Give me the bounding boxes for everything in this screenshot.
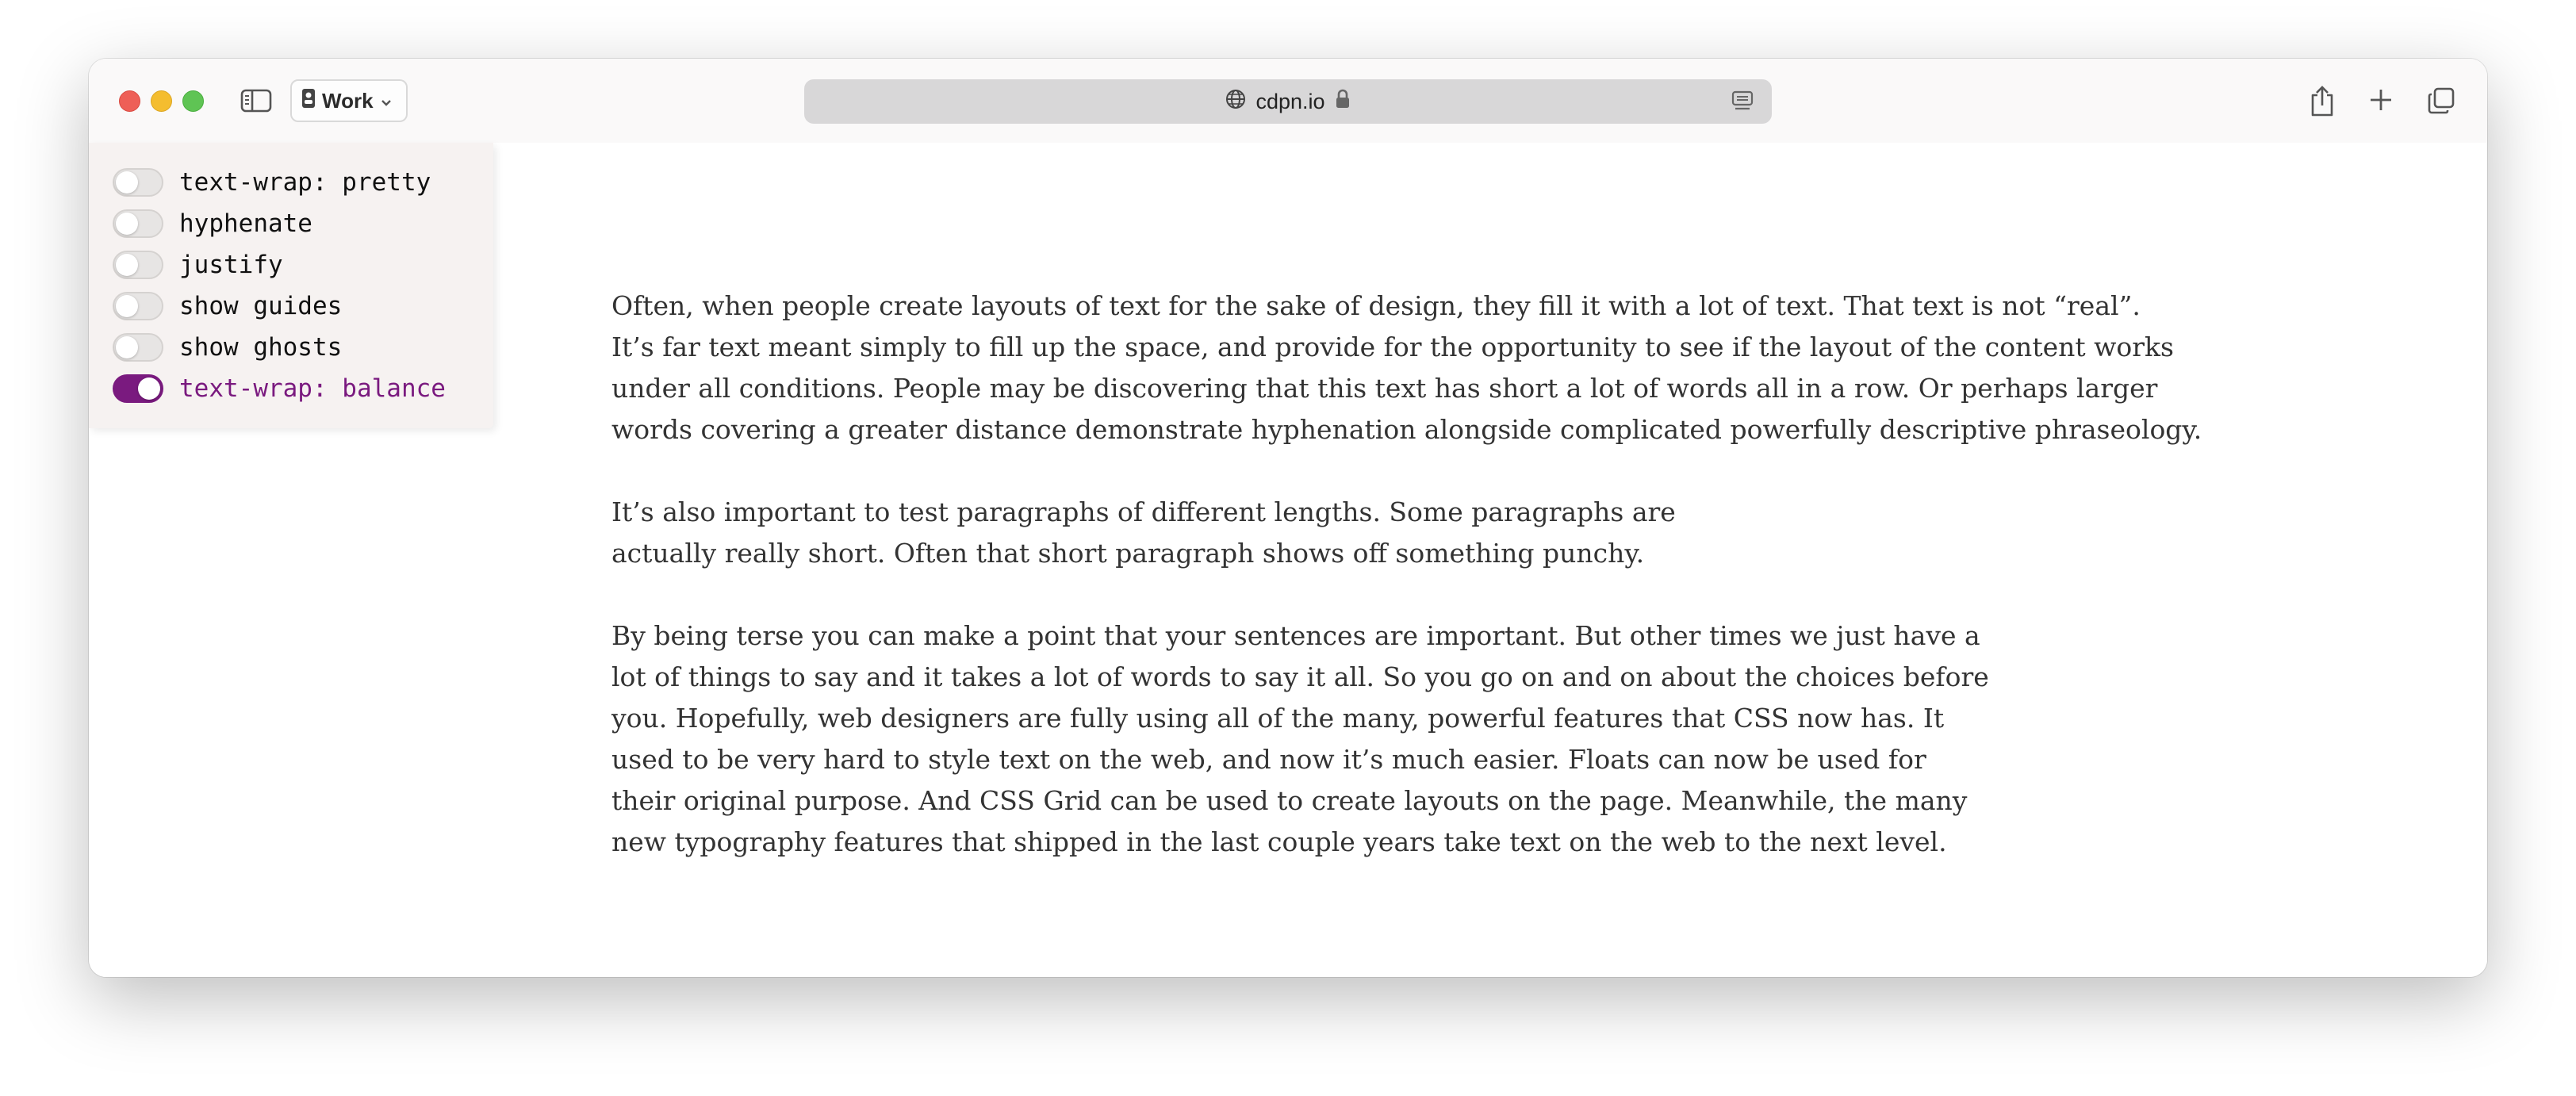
plus-icon[interactable] [2365, 84, 2397, 116]
browser-toolbar: Work cdpn.io [89, 59, 2487, 143]
control-label: show ghosts [179, 333, 343, 362]
control-label: text-wrap: balance [179, 374, 446, 403]
control-label: text-wrap: pretty [179, 168, 431, 197]
lock-icon [1335, 89, 1351, 115]
text-line: used to be very hard to style text on th… [611, 744, 1926, 775]
minimize-window-button[interactable] [151, 90, 172, 112]
text-line: their original purpose. And CSS Grid can… [611, 785, 1968, 816]
person-badge-icon [301, 88, 316, 114]
toggle-switch[interactable] [113, 168, 163, 197]
close-window-button[interactable] [119, 90, 140, 112]
text-line: By being terse you can make a point that… [611, 620, 1980, 651]
chevron-down-icon [380, 89, 393, 113]
profile-label: Work [322, 88, 374, 113]
text-line: words covering a greater distance demons… [611, 414, 2202, 445]
text-line: you. Hopefully, web designers are fully … [611, 703, 1945, 734]
text-line: new typography features that shipped in … [611, 826, 1947, 857]
paragraph: Often, when people create layouts of tex… [611, 285, 2202, 450]
address-bar[interactable]: cdpn.io [804, 79, 1772, 124]
control-label: justify [179, 251, 283, 279]
tab-overview-icon[interactable] [2424, 84, 2459, 117]
url-text: cdpn.io [1255, 89, 1325, 113]
page-content: text-wrap: pretty hyphenate justify show… [89, 143, 2487, 977]
text-line: lot of things to say and it takes a lot … [611, 661, 1989, 692]
text-line: Often, when people create layouts of tex… [611, 290, 2141, 321]
profile-switcher-button[interactable]: Work [290, 79, 408, 122]
text-line: It’s also important to test paragraphs o… [611, 496, 1676, 527]
globe-icon [1225, 89, 1246, 115]
control-label: hyphenate [179, 209, 312, 238]
control-label: show guides [179, 292, 343, 320]
toggle-switch[interactable] [113, 333, 163, 362]
text-line: under all conditions. People may be disc… [611, 373, 2158, 404]
control-text-wrap-pretty[interactable]: text-wrap: pretty [113, 167, 431, 198]
control-hyphenate[interactable]: hyphenate [113, 208, 312, 240]
toggle-switch[interactable] [113, 292, 163, 320]
zoom-window-button[interactable] [182, 90, 204, 112]
browser-window: Work cdpn.io text-wrap: pretty hyphenate… [89, 59, 2487, 977]
reader-mode-icon[interactable] [1731, 90, 1754, 113]
control-show-ghosts[interactable]: show ghosts [113, 331, 342, 363]
paragraph: By being terse you can make a point that… [611, 615, 2202, 863]
controls-panel: text-wrap: pretty hyphenate justify show… [89, 143, 493, 428]
toggle-switch[interactable] [113, 251, 163, 279]
share-icon[interactable] [2306, 82, 2338, 119]
paragraph: It’s also important to test paragraphs o… [611, 492, 2202, 574]
control-justify[interactable]: justify [113, 249, 283, 281]
toggle-switch[interactable] [113, 374, 163, 403]
text-line: actually really short. Often that short … [611, 538, 1645, 569]
article-body: Often, when people create layouts of tex… [611, 285, 2202, 904]
control-show-guides[interactable]: show guides [113, 290, 342, 322]
control-text-wrap-balance[interactable]: text-wrap: balance [113, 373, 446, 404]
toggle-switch[interactable] [113, 209, 163, 238]
sidebar-toggle-icon[interactable] [240, 86, 273, 116]
text-line: It’s far text meant simply to fill up th… [611, 331, 2174, 362]
